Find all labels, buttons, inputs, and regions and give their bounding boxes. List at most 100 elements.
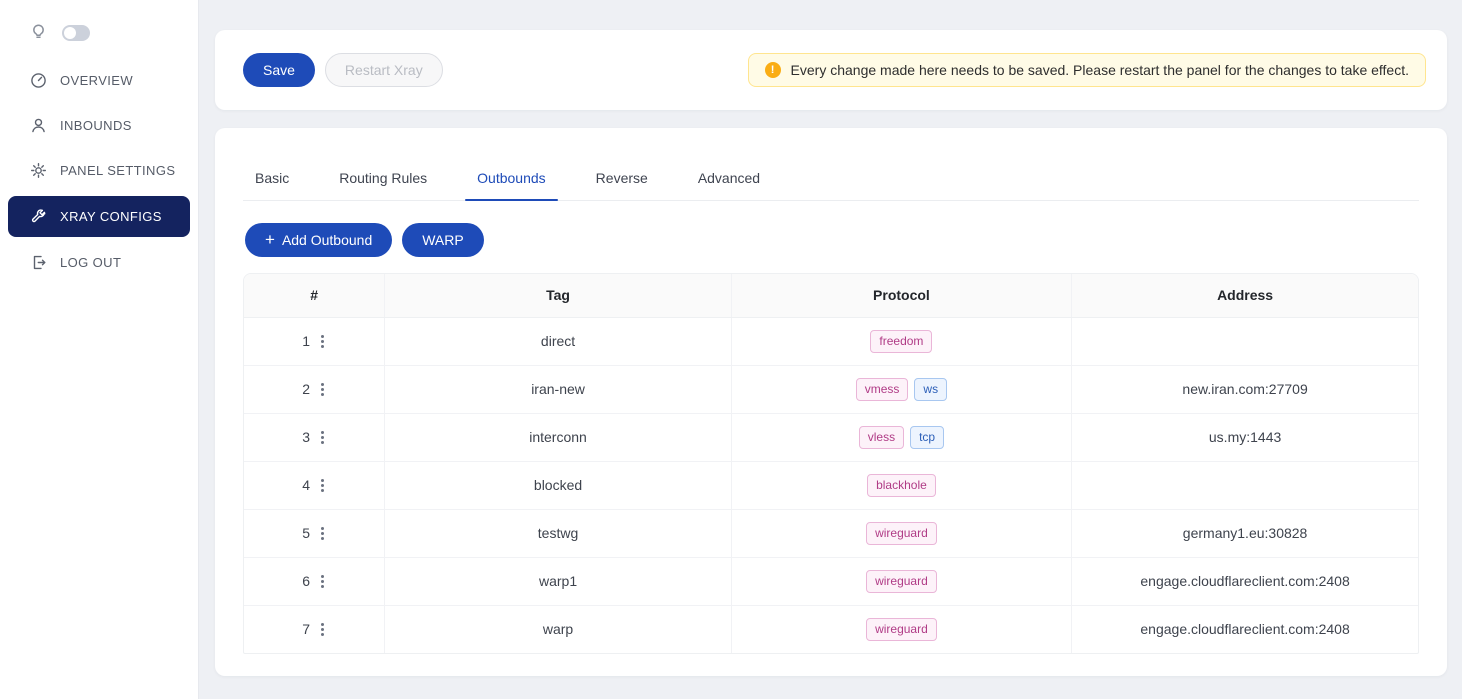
tab-reverse[interactable]: Reverse (584, 156, 660, 200)
dark-mode-toggle[interactable] (62, 25, 90, 41)
sidebar-item-xray-configs[interactable]: XRAY CONFIGS (8, 196, 190, 237)
vertical-dots-icon[interactable] (319, 573, 326, 590)
gear-icon (30, 162, 47, 179)
sidebar-item-label: XRAY CONFIGS (60, 209, 162, 224)
protocol-badge: blackhole (867, 474, 936, 497)
address-cell: engage.cloudflareclient.com:2408 (1072, 605, 1418, 653)
protocol-cell: blackhole (731, 461, 1071, 509)
row-number-cell: 1 (244, 317, 385, 365)
logout-icon (30, 254, 47, 271)
exclamation-circle-icon: ! (765, 62, 781, 78)
row-number-cell: 6 (244, 557, 385, 605)
tag-cell: warp1 (385, 557, 731, 605)
sidebar-item-label: INBOUNDS (60, 118, 132, 133)
person-icon (30, 117, 47, 134)
protocol-badge: wireguard (866, 570, 937, 593)
tag-cell: testwg (385, 509, 731, 557)
outbounds-table: # Tag Protocol Address 1 direct freedom 2 ir… (244, 274, 1418, 653)
header-address: Address (1072, 274, 1418, 317)
tag-cell: direct (385, 317, 731, 365)
warning-alert-text: Every change made here needs to be saved… (791, 62, 1409, 78)
vertical-dots-icon[interactable] (319, 525, 326, 542)
row-number-cell: 2 (244, 365, 385, 413)
protocol-cell: vmessws (731, 365, 1071, 413)
theme-toggle-row (0, 6, 198, 58)
vertical-dots-icon[interactable] (319, 477, 326, 494)
table-row: 5 testwg wireguard germany1.eu:30828 (244, 509, 1418, 557)
protocol-badge: vmess (856, 378, 909, 401)
table-row: 4 blocked blackhole (244, 461, 1418, 509)
address-cell: new.iran.com:27709 (1072, 365, 1418, 413)
dashboard-icon (30, 72, 47, 89)
table-row: 2iran-newvmesswsnew.iran.com:27709 (244, 365, 1418, 413)
protocol-badge: ws (914, 378, 947, 401)
xray-configs-card: Basic Routing Rules Outbounds Reverse Ad… (215, 128, 1447, 676)
outbounds-table-wrap: # Tag Protocol Address 1 direct freedom 2 ir… (243, 273, 1419, 654)
row-number: 2 (302, 381, 310, 397)
toggle-knob (64, 27, 76, 39)
main-content: Save Restart Xray ! Every change made he… (199, 0, 1462, 699)
row-number-cell: 7 (244, 605, 385, 653)
row-number: 4 (302, 477, 310, 493)
tag-cell: blocked (385, 461, 731, 509)
table-row: 3 interconn vless tcp us.my:1443 (244, 413, 1418, 461)
tag-cell: interconn (385, 413, 731, 461)
protocol-cell: vless tcp (731, 413, 1071, 461)
tag-cell: warp (385, 605, 731, 653)
protocol-badge: wireguard (866, 522, 937, 545)
add-outbound-button[interactable]: + Add Outbound (245, 223, 392, 257)
sidebar-item-panel-settings[interactable]: PANEL SETTINGS (0, 148, 198, 193)
wrench-icon (30, 208, 47, 225)
outbounds-table-body: 1directfreedom2iran-newvmesswsnew.iran.c… (244, 317, 1418, 653)
tab-routing-rules[interactable]: Routing Rules (327, 156, 439, 200)
protocol-cell: freedom (731, 317, 1071, 365)
sidebar: OVERVIEW INBOUNDS PANEL SETTINGS XRAY CO… (0, 0, 199, 699)
tab-outbounds[interactable]: Outbounds (465, 156, 558, 200)
warning-alert: ! Every change made here needs to be sav… (748, 53, 1426, 87)
vertical-dots-icon[interactable] (319, 429, 326, 446)
protocol-badge: vless (859, 426, 904, 449)
row-number: 6 (302, 573, 310, 589)
sidebar-item-inbounds[interactable]: INBOUNDS (0, 103, 198, 148)
sidebar-item-overview[interactable]: OVERVIEW (0, 58, 198, 103)
row-number-cell: 3 (244, 413, 385, 461)
vertical-dots-icon[interactable] (319, 333, 326, 350)
protocol-badge: freedom (870, 330, 932, 353)
warp-button[interactable]: WARP (402, 223, 483, 257)
header-protocol: Protocol (731, 274, 1071, 317)
address-cell: germany1.eu:30828 (1072, 509, 1418, 557)
address-cell (1072, 461, 1418, 509)
row-number: 7 (302, 621, 310, 637)
protocol-cell: wireguard (731, 509, 1071, 557)
table-row: 7 warp wireguard engage.cloudflareclient.co… (244, 605, 1418, 653)
tab-advanced[interactable]: Advanced (686, 156, 772, 200)
plus-icon: + (265, 231, 275, 248)
address-cell: engage.cloudflareclient.com:2408 (1072, 557, 1418, 605)
vertical-dots-icon[interactable] (319, 621, 326, 638)
table-row: 1 direct freedom (244, 317, 1418, 365)
table-header-row: # Tag Protocol Address (244, 274, 1418, 317)
restart-xray-button[interactable]: Restart Xray (325, 53, 443, 87)
protocol-cell: wireguard (731, 557, 1071, 605)
sidebar-item-label: OVERVIEW (60, 73, 133, 88)
toolbar-card: Save Restart Xray ! Every change made he… (215, 30, 1447, 110)
protocol-badge: wireguard (866, 618, 937, 641)
add-outbound-label: Add Outbound (282, 232, 372, 248)
sidebar-item-log-out[interactable]: LOG OUT (0, 240, 198, 285)
outbounds-actions: + Add Outbound WARP (245, 223, 1419, 257)
address-cell: us.my:1443 (1072, 413, 1418, 461)
vertical-dots-icon[interactable] (319, 381, 326, 398)
protocol-badge: tcp (910, 426, 944, 449)
row-number: 3 (302, 429, 310, 445)
tab-basic[interactable]: Basic (243, 156, 301, 200)
row-number: 5 (302, 525, 310, 541)
row-number: 1 (302, 333, 310, 349)
tab-bar: Basic Routing Rules Outbounds Reverse Ad… (243, 156, 1419, 201)
app-root: OVERVIEW INBOUNDS PANEL SETTINGS XRAY CO… (0, 0, 1462, 699)
table-row: 6 warp1 wireguard engage.cloudflareclient.c… (244, 557, 1418, 605)
save-button[interactable]: Save (243, 53, 315, 87)
sidebar-item-label: LOG OUT (60, 255, 121, 270)
bulb-icon (30, 22, 47, 44)
header-number: # (244, 274, 385, 317)
tag-cell: iran-new (385, 365, 731, 413)
